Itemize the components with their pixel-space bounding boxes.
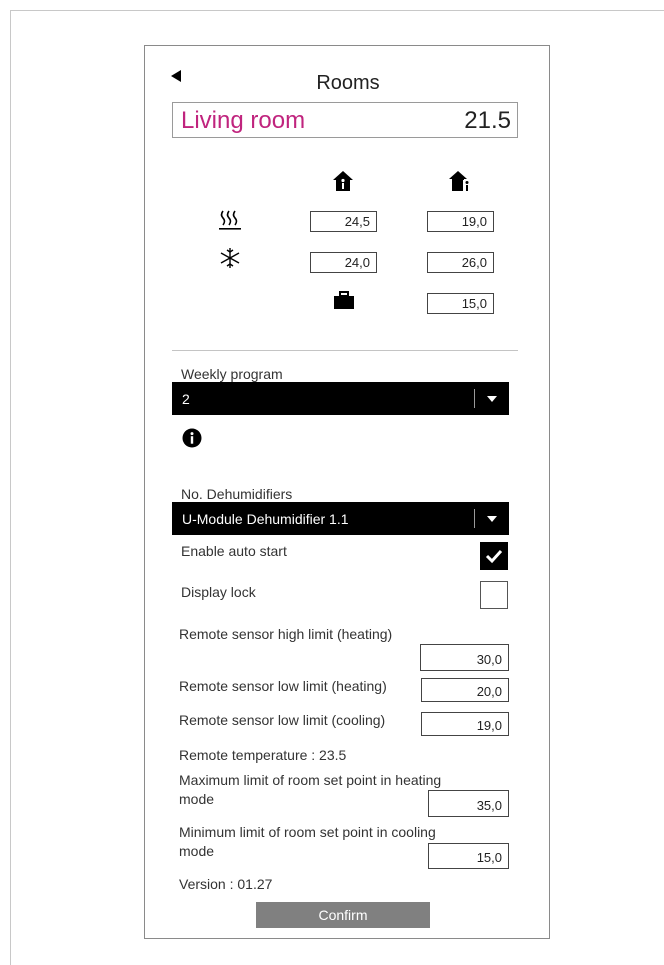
weekly-program-dropdown[interactable]: 2 — [172, 382, 509, 415]
auto-start-checkbox[interactable] — [480, 542, 508, 570]
outer-frame-top — [10, 10, 664, 11]
chevron-down-icon — [487, 396, 497, 402]
dropdown-separator — [474, 509, 475, 528]
cooling-comfort-field[interactable]: 24,0 — [310, 252, 377, 273]
home-icon — [332, 170, 354, 192]
dehumidifiers-value: U-Module Dehumidifier 1.1 — [182, 511, 349, 527]
section-divider — [172, 350, 518, 351]
info-icon[interactable] — [182, 428, 202, 448]
rooms-panel: Rooms Living room 21.5 24,5 19,0 24,0 26… — [144, 45, 550, 939]
outer-frame-left — [10, 10, 11, 965]
home-info-icon — [448, 170, 472, 192]
remote-high-heating-label: Remote sensor high limit (heating) — [179, 626, 393, 642]
max-heating-field[interactable]: 35,0 — [428, 790, 509, 817]
weekly-program-value: 2 — [182, 391, 190, 407]
remote-low-heating-field[interactable]: 20,0 — [421, 678, 509, 702]
remote-temperature-text: Remote temperature : 23.5 — [179, 747, 347, 763]
heating-waves-icon — [218, 209, 242, 231]
room-name: Living room — [181, 107, 306, 134]
version-text: Version : 01.27 — [179, 876, 273, 892]
min-cooling-label-line1: Minimum limit of room set point in cooli… — [179, 824, 436, 840]
dehumidifiers-label: No. Dehumidifiers — [181, 486, 293, 502]
cooling-economy-field[interactable]: 26,0 — [427, 252, 494, 273]
weekly-program-label: Weekly program — [181, 366, 283, 382]
chevron-down-icon — [487, 516, 497, 522]
confirm-button[interactable]: Confirm — [256, 902, 430, 928]
auto-start-label: Enable auto start — [181, 543, 287, 559]
min-cooling-field[interactable]: 15,0 — [428, 843, 509, 869]
dropdown-separator — [474, 389, 475, 408]
display-lock-label: Display lock — [181, 584, 256, 600]
heating-economy-field[interactable]: 19,0 — [427, 211, 494, 232]
display-lock-checkbox[interactable] — [480, 581, 508, 609]
remote-low-cooling-label: Remote sensor low limit (cooling) — [179, 712, 386, 728]
max-heating-label-line2: mode — [179, 791, 215, 807]
min-cooling-label-line2: mode — [179, 843, 215, 859]
remote-low-heating-label: Remote sensor low limit (heating) — [179, 678, 387, 694]
dehumidifiers-dropdown[interactable]: U-Module Dehumidifier 1.1 — [172, 502, 509, 535]
remote-high-heating-field[interactable]: 30,0 — [420, 644, 509, 671]
max-heating-label-line1: Maximum limit of room set point in heati… — [179, 772, 442, 788]
heating-comfort-field[interactable]: 24,5 — [310, 211, 377, 232]
check-icon — [485, 549, 503, 564]
room-header: Living room 21.5 — [172, 102, 518, 138]
remote-low-cooling-field[interactable]: 19,0 — [421, 712, 509, 736]
room-temperature: 21.5 — [464, 107, 511, 134]
away-field[interactable]: 15,0 — [427, 293, 494, 314]
page-title: Rooms — [316, 72, 380, 94]
snowflake-icon — [219, 247, 241, 269]
suitcase-icon — [333, 291, 355, 310]
